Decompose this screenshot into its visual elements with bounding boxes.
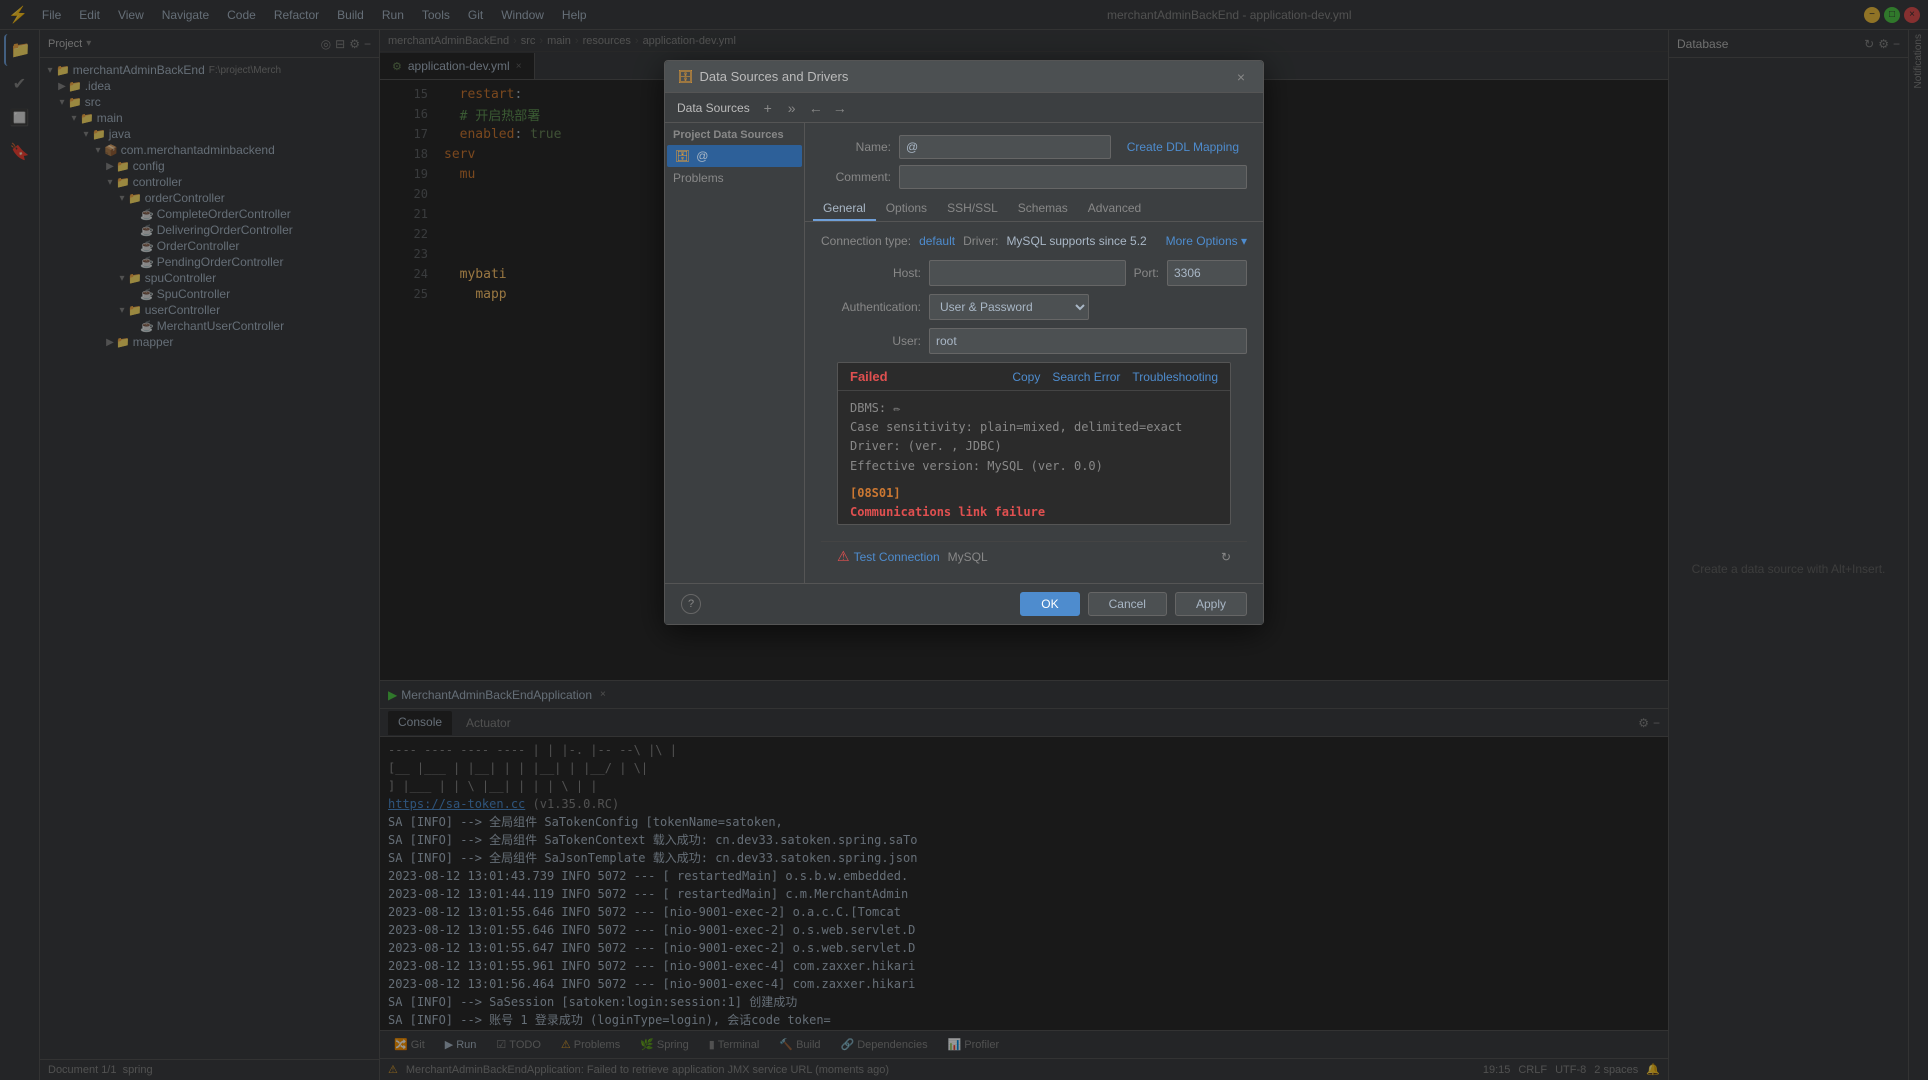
ds-nav-back[interactable]: ←	[806, 98, 826, 118]
error-title: Communications link failure	[850, 503, 1218, 522]
user-input[interactable]	[929, 328, 1247, 354]
user-label: User:	[821, 334, 921, 348]
auth-select[interactable]: User & Password	[929, 294, 1089, 320]
modal-overlay: 🗄 Data Sources and Drivers × Data Source…	[0, 0, 1928, 1080]
auth-row: Authentication: User & Password	[821, 294, 1247, 320]
edit-dbms-icon[interactable]: ✏	[893, 401, 900, 415]
dialog-title: 🗄 Data Sources and Drivers	[677, 69, 848, 85]
datasource-icon: 🗄	[677, 69, 694, 85]
tab-sshssl[interactable]: SSH/SSL	[937, 197, 1008, 221]
dialog-title-bar: 🗄 Data Sources and Drivers ×	[665, 61, 1263, 93]
conn-type-value[interactable]: default	[919, 234, 955, 248]
create-ddl-button[interactable]: Create DDL Mapping	[1119, 138, 1247, 156]
conn-type-label: Connection type:	[821, 234, 911, 248]
driver-value: MySQL supports since 5.2	[1006, 234, 1146, 248]
error-body: DBMS: ✏ Case sensitivity: plain=mixed, d…	[838, 391, 1230, 525]
ds-add-button[interactable]: +	[758, 98, 778, 118]
error-dbms: DBMS: ✏	[850, 399, 1218, 418]
ds-toolbar: Data Sources + » ← →	[665, 93, 1263, 123]
tab-options[interactable]: Options	[876, 197, 937, 221]
dialog-config: Name: Create DDL Mapping Comment: Genera…	[805, 123, 1263, 583]
error-header: Failed Copy Search Error Troubleshooting	[838, 363, 1230, 391]
tab-schemas[interactable]: Schemas	[1008, 197, 1078, 221]
test-conn-db: MySQL	[948, 550, 988, 564]
error-case-sensitivity: Case sensitivity: plain=mixed, delimited…	[850, 418, 1218, 437]
comment-input[interactable]	[899, 165, 1247, 189]
host-label: Host:	[821, 266, 921, 280]
connection-type-row: Connection type: default Driver: MySQL s…	[821, 234, 1247, 248]
dialog-split: Project Data Sources 🗄 @ Problems Name:	[665, 123, 1263, 583]
name-input[interactable]	[899, 135, 1111, 159]
dialog-close-button[interactable]: ×	[1231, 67, 1251, 87]
error-effective-version: Effective version: MySQL (ver. 0.0)	[850, 457, 1218, 476]
config-tabs: General Options SSH/SSL Schemas Advanced	[805, 197, 1263, 222]
comment-label: Comment:	[821, 170, 891, 184]
ds-item-selected[interactable]: 🗄 @	[667, 145, 802, 167]
test-conn-refresh-icon[interactable]: ↻	[1221, 550, 1231, 564]
host-input[interactable]	[929, 260, 1126, 286]
ds-problems-label: Problems	[665, 167, 804, 189]
name-field-row: Name: Create DDL Mapping	[821, 135, 1247, 159]
driver-label: Driver:	[963, 234, 998, 248]
error-actions: Copy Search Error Troubleshooting	[1012, 370, 1218, 384]
port-input[interactable]	[1167, 260, 1247, 286]
auth-label: Authentication:	[821, 300, 921, 314]
troubleshooting-button[interactable]: Troubleshooting	[1132, 370, 1218, 384]
test-conn-error-icon: ⚠	[837, 548, 850, 565]
project-ds-label: Project Data Sources	[665, 123, 804, 145]
port-label: Port:	[1134, 266, 1159, 280]
ds-nav-forward[interactable]: →	[830, 98, 850, 118]
tab-general[interactable]: General	[813, 197, 876, 221]
config-panel-general: Connection type: default Driver: MySQL s…	[805, 222, 1263, 583]
ok-button[interactable]: OK	[1020, 592, 1079, 616]
dialog-body: Data Sources + » ← → Project Data Source…	[665, 93, 1263, 583]
dialog-footer: ? OK Cancel Apply	[665, 583, 1263, 624]
test-connection-button[interactable]: ⚠ Test Connection	[837, 548, 940, 565]
user-row: User:	[821, 328, 1247, 354]
host-port-row: Host: Port:	[821, 260, 1247, 286]
search-error-button[interactable]: Search Error	[1052, 370, 1120, 384]
more-options-btn[interactable]: More Options ▾	[1166, 234, 1247, 248]
error-driver-info: Driver: (ver. , JDBC)	[850, 437, 1218, 456]
failed-badge: Failed	[850, 369, 888, 384]
db-icon: 🗄	[675, 149, 690, 163]
ds-section-label: Data Sources	[673, 101, 754, 115]
test-connection-row: ⚠ Test Connection MySQL ↻	[821, 541, 1247, 571]
error-section: Failed Copy Search Error Troubleshooting…	[837, 362, 1231, 525]
name-label: Name:	[821, 140, 891, 154]
copy-button[interactable]: Copy	[1012, 370, 1040, 384]
apply-button[interactable]: Apply	[1175, 592, 1247, 616]
help-button[interactable]: ?	[681, 594, 701, 614]
cancel-button[interactable]: Cancel	[1088, 592, 1167, 616]
error-code: [08S01]	[850, 484, 1218, 503]
datasources-dialog: 🗄 Data Sources and Drivers × Data Source…	[664, 60, 1264, 625]
name-comment-fields: Name: Create DDL Mapping Comment:	[805, 123, 1263, 197]
tab-advanced[interactable]: Advanced	[1078, 197, 1151, 221]
dialog-sidebar: Project Data Sources 🗄 @ Problems	[665, 123, 805, 583]
comment-field-row: Comment:	[821, 165, 1247, 189]
ds-nav-right[interactable]: »	[782, 98, 802, 118]
